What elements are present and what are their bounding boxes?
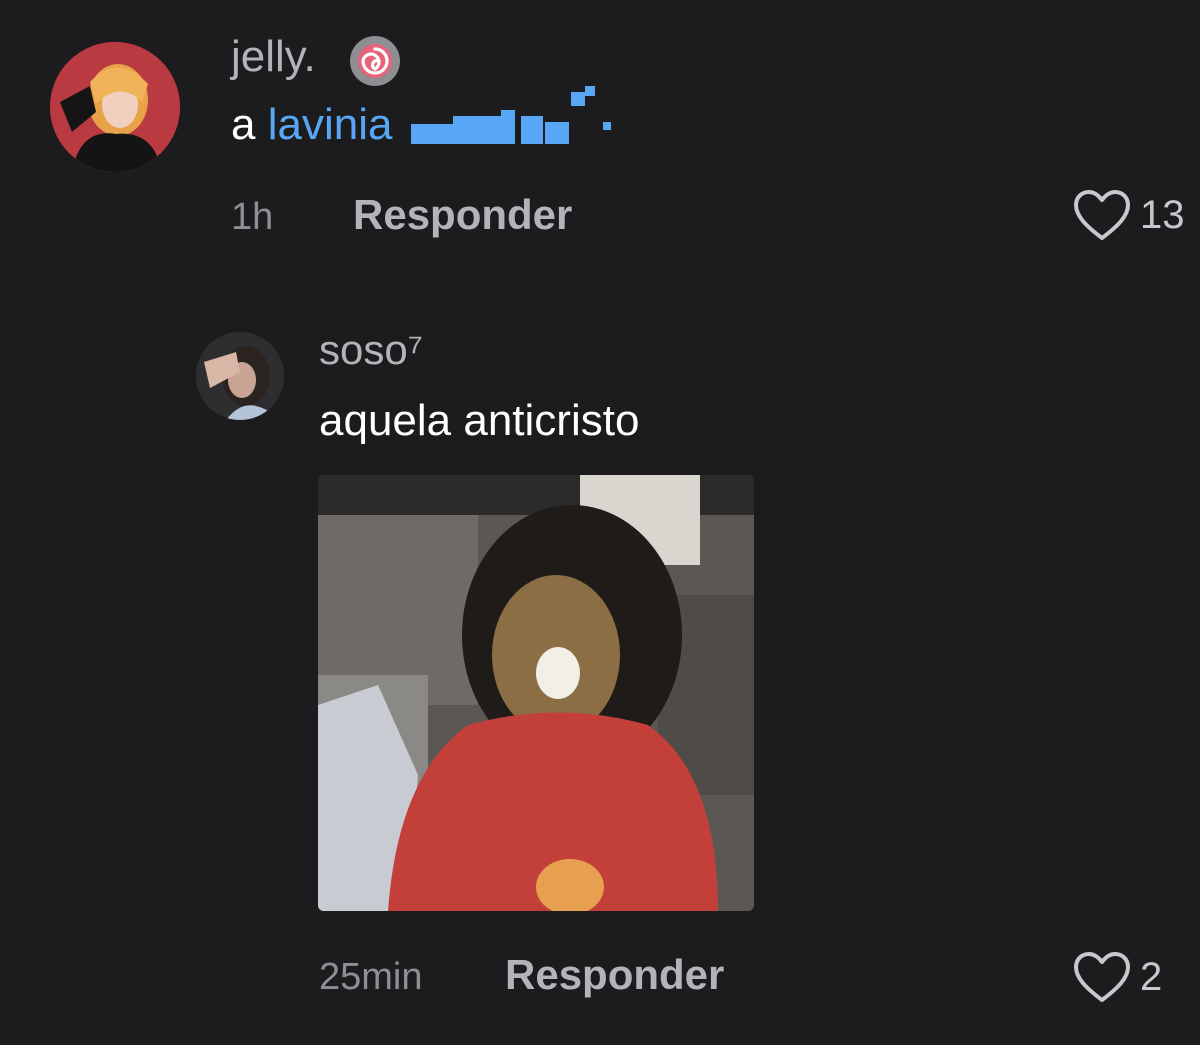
like-button[interactable]: 2 <box>1072 950 1162 1004</box>
mention-link[interactable]: lavinia <box>268 100 393 149</box>
gif-image[interactable] <box>318 475 754 911</box>
redacted-mention <box>409 86 613 152</box>
like-button[interactable]: 13 <box>1072 188 1185 242</box>
comment-text: a lavinia <box>231 86 613 152</box>
spiral-badge-icon <box>348 34 402 88</box>
comment-text-prefix: a <box>231 100 256 149</box>
comment-text: aquela anticristo <box>319 396 640 445</box>
heart-icon <box>1074 190 1130 240</box>
comment: jelly. a lavinia 1h Responder 13 <box>0 0 1200 280</box>
like-count: 2 <box>1140 955 1163 999</box>
heart-icon <box>1074 952 1130 1002</box>
like-count: 13 <box>1140 193 1185 237</box>
username[interactable]: jelly. <box>231 30 316 84</box>
comment-timestamp: 25min <box>319 956 423 998</box>
user-avatar[interactable] <box>50 42 180 172</box>
reply-button[interactable]: Responder <box>353 190 572 240</box>
reply-button[interactable]: Responder <box>505 950 724 1000</box>
comment-timestamp: 1h <box>231 196 274 238</box>
user-avatar[interactable] <box>196 332 284 420</box>
username[interactable]: soso⁷ <box>319 324 423 376</box>
reply-comment: soso⁷ aquela anticristo 25min Responder … <box>0 300 1200 1045</box>
